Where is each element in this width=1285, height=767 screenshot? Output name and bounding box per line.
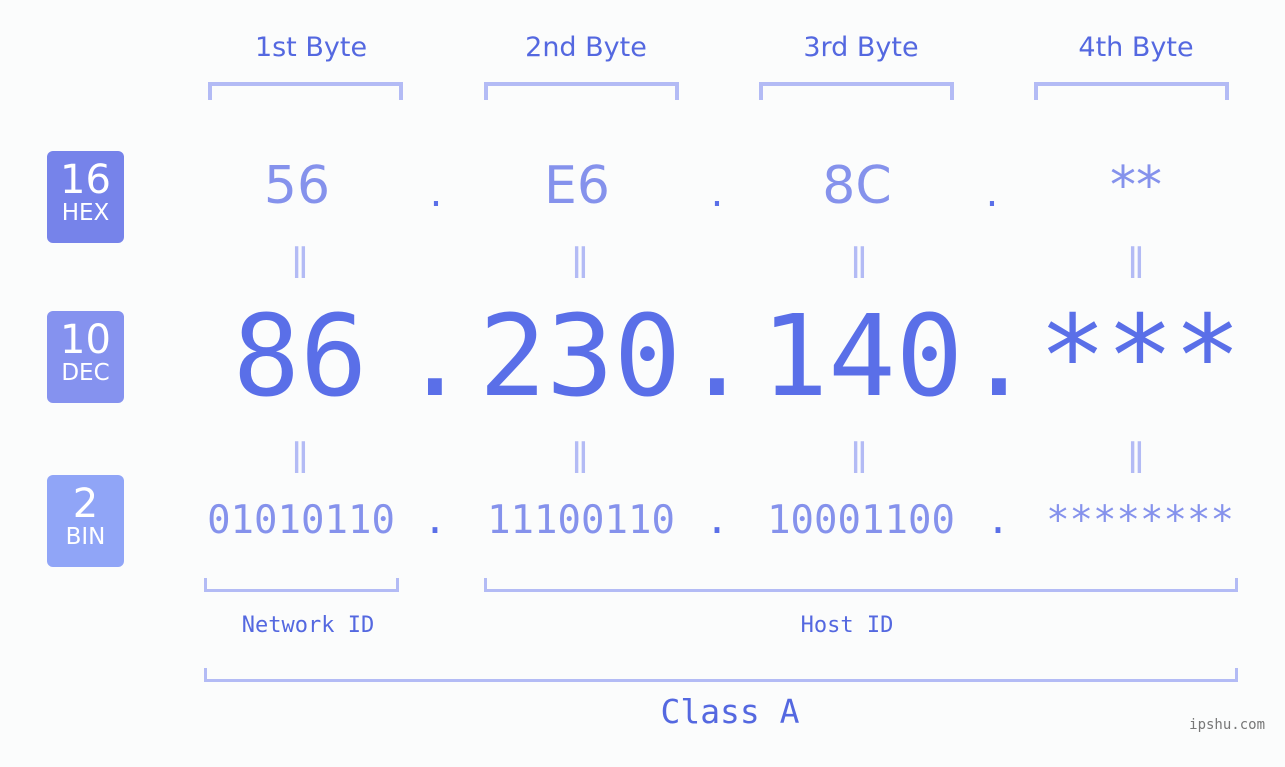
byte-bracket-1: [208, 82, 403, 100]
byte-header-3: 3rd Byte: [803, 32, 919, 63]
equals-sign: ǁ: [850, 240, 868, 280]
equals-sign: ǁ: [850, 435, 868, 475]
hex-base-label: HEX: [61, 200, 110, 226]
byte-header-4: 4th Byte: [1078, 32, 1194, 63]
bin-byte-1: 01010110: [207, 498, 395, 543]
hex-byte-2: E6: [544, 156, 610, 216]
dec-byte-4: ***: [1038, 292, 1242, 422]
host-id-bracket: [484, 578, 1238, 592]
equals-sign: ǁ: [1127, 435, 1145, 475]
network-id-label: Network ID: [241, 613, 375, 638]
bin-base-number: 2: [72, 481, 99, 527]
dec-byte-1: 86: [232, 292, 368, 422]
equals-sign: ǁ: [291, 240, 309, 280]
hex-badge: 16 HEX: [47, 151, 124, 243]
host-id-label: Host ID: [800, 613, 894, 638]
dec-byte-2: 230: [478, 292, 682, 422]
dec-separator-1: .: [401, 292, 469, 422]
bin-badge: 2 BIN: [47, 475, 124, 567]
watermark: ipshu.com: [1189, 717, 1265, 733]
hex-base-number: 16: [60, 157, 111, 203]
byte-bracket-2: [484, 82, 679, 100]
hex-separator-2: .: [710, 170, 724, 216]
byte-header-2: 2nd Byte: [525, 32, 647, 63]
hex-separator-3: .: [985, 170, 999, 216]
bin-byte-4: ********: [1046, 498, 1234, 543]
hex-byte-1: 56: [263, 156, 331, 216]
dec-base-number: 10: [60, 317, 111, 363]
hex-byte-3: 8C: [822, 156, 892, 216]
hex-separator-1: .: [429, 170, 443, 216]
network-id-bracket: [204, 578, 399, 592]
dec-separator-3: .: [965, 292, 1033, 422]
bin-base-label: BIN: [65, 524, 106, 550]
equals-sign: ǁ: [571, 240, 589, 280]
equals-sign: ǁ: [291, 435, 309, 475]
dec-byte-3: 140: [760, 292, 964, 422]
equals-sign: ǁ: [571, 435, 589, 475]
equals-sign: ǁ: [1127, 240, 1145, 280]
byte-bracket-3: [759, 82, 954, 100]
class-label: Class A: [660, 692, 800, 731]
bin-byte-2: 11100110: [487, 498, 675, 543]
byte-header-1: 1st Byte: [254, 32, 368, 63]
dec-separator-2: .: [683, 292, 751, 422]
bin-byte-3: 10001100: [767, 498, 955, 543]
dec-badge: 10 DEC: [47, 311, 124, 403]
byte-bracket-4: [1034, 82, 1229, 100]
class-bracket: [204, 668, 1238, 682]
dec-base-label: DEC: [61, 360, 110, 386]
hex-byte-4: **: [1110, 156, 1162, 216]
